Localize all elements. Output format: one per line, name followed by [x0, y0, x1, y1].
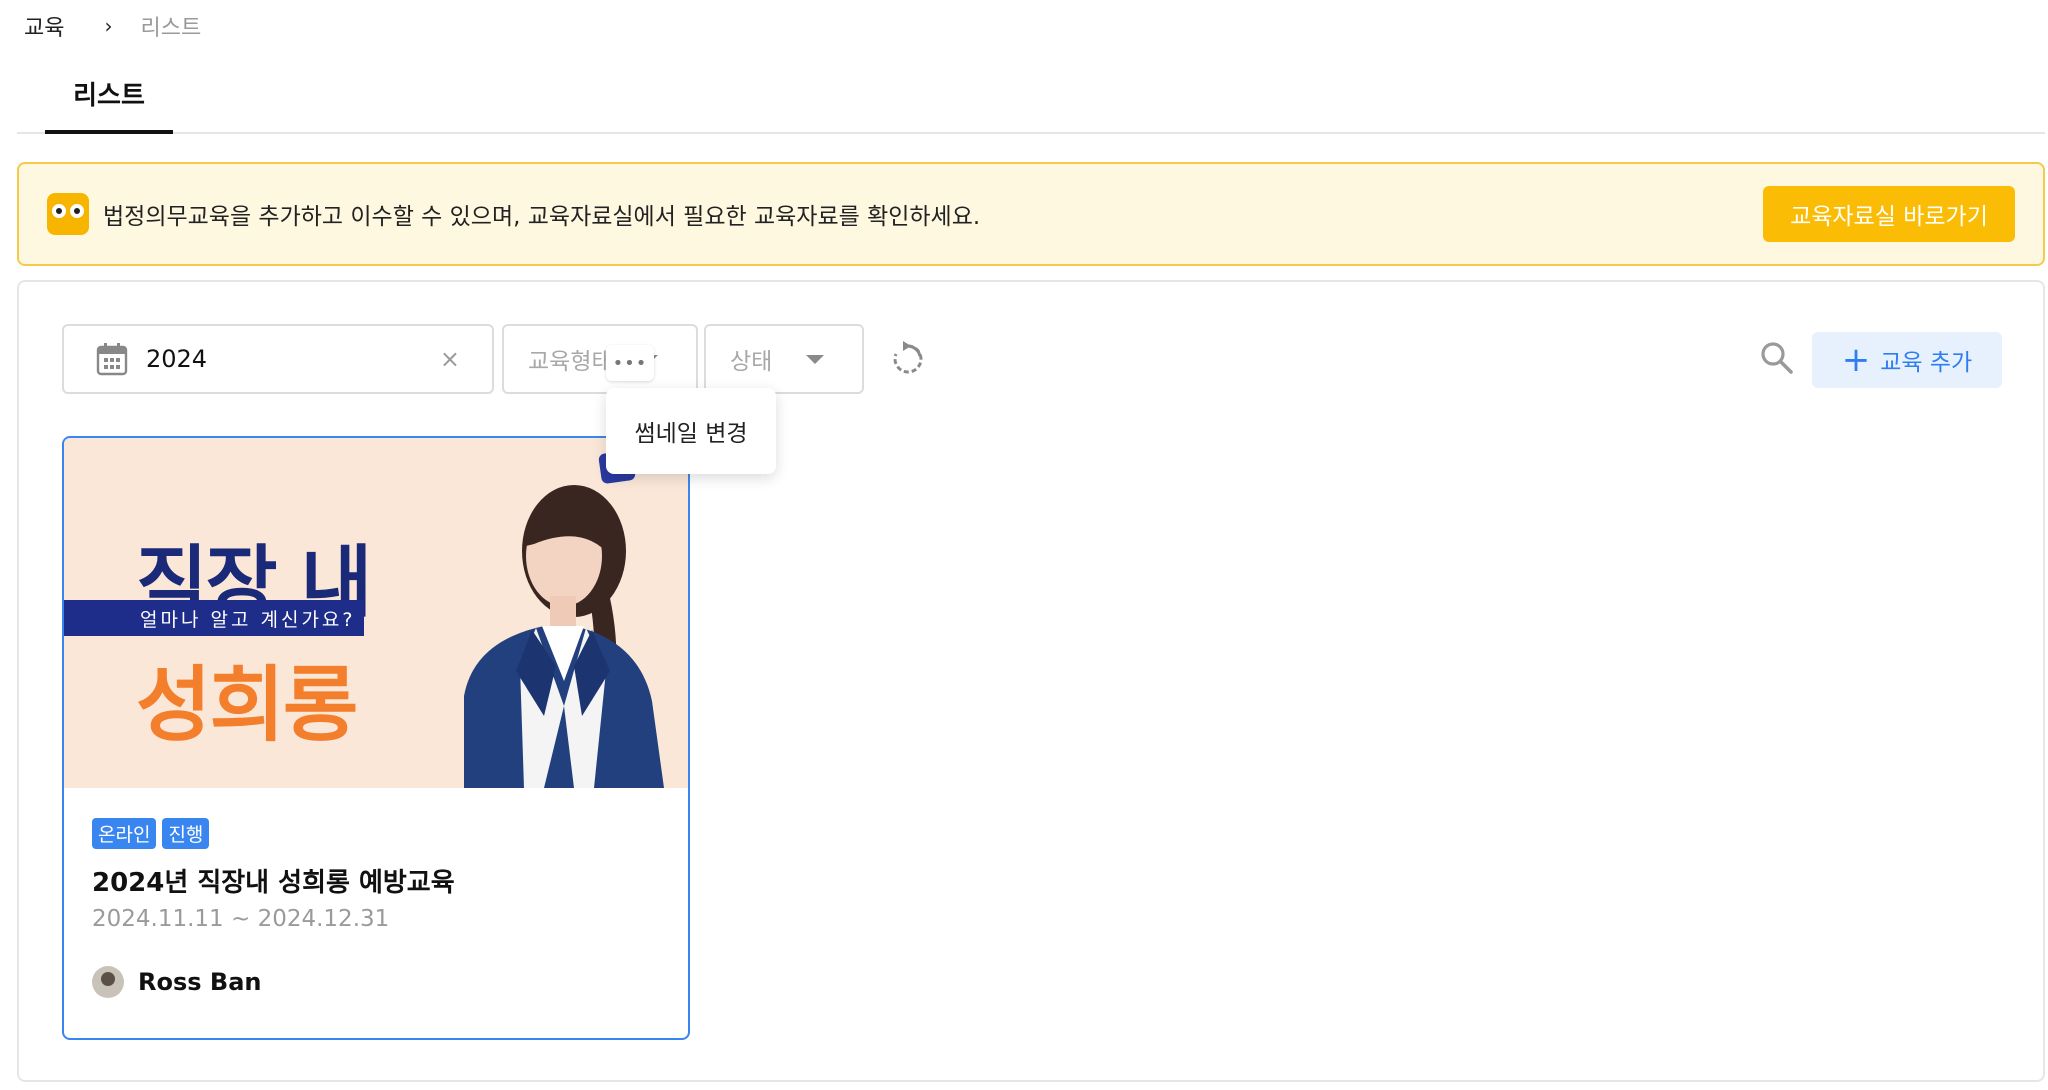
card-thumbnail: 직장 내 얼마나 알고 계신가요? 성희롱 [64, 438, 688, 788]
card-tags: 온라인 진행 [92, 818, 210, 849]
thumbnail-band: 얼마나 알고 계신가요? [64, 600, 364, 636]
year-filter[interactable]: 2024 × [62, 324, 494, 394]
tag-online: 온라인 [92, 818, 157, 849]
breadcrumb-root[interactable]: 교육 [24, 10, 64, 42]
more-options-icon[interactable]: ••• [606, 345, 654, 381]
add-education-button[interactable]: + 교육 추가 [1812, 332, 2002, 388]
notice-text: 법정의무교육을 추가하고 이수할 수 있으며, 교육자료실에서 필요한 교육자료… [103, 204, 981, 230]
content-panel: 2024 × 교육형태 상태 + 교육 추가 직장 내 얼마나 알고 계신가요?… [17, 280, 2045, 1082]
change-thumbnail-menu-item[interactable]: 썸네일 변경 [634, 414, 747, 448]
tab-bar: 리스트 [17, 56, 2045, 134]
card-owner: Ross Ban [92, 966, 261, 998]
go-to-library-button[interactable]: 교육자료실 바로가기 [1763, 186, 2015, 242]
add-education-label: 교육 추가 [1880, 350, 1973, 376]
avatar [92, 966, 124, 998]
card-body: 온라인 진행 2024년 직장내 성희롱 예방교육 2024.11.11 ~ 2… [64, 788, 688, 1038]
breadcrumb-current: 리스트 [140, 16, 202, 41]
education-card[interactable]: 직장 내 얼마나 알고 계신가요? 성희롱 온라인 진행 2024년 직장내 성… [62, 436, 690, 1040]
reset-icon[interactable] [889, 340, 927, 378]
caret-down-icon [806, 354, 824, 364]
owl-icon [47, 193, 89, 235]
plus-icon: + [1841, 340, 1871, 380]
year-value: 2024 [146, 345, 208, 373]
status-placeholder: 상태 [730, 349, 773, 375]
card-period: 2024.11.11 ~ 2024.12.31 [92, 906, 390, 932]
presenter-image [464, 485, 664, 788]
education-type-select[interactable]: 교육형태 [502, 324, 698, 394]
search-icon[interactable] [1759, 340, 1795, 376]
owner-name: Ross Ban [138, 968, 262, 996]
calendar-icon [96, 343, 128, 376]
notice-banner: 법정의무교육을 추가하고 이수할 수 있으며, 교육자료실에서 필요한 교육자료… [17, 162, 2045, 266]
chevron-right-icon: › [104, 14, 113, 38]
status-select[interactable]: 상태 [704, 324, 864, 394]
breadcrumb: 교육 › 리스트 [24, 8, 201, 44]
thumbnail-line2: 성희롱 [136, 658, 358, 753]
tab-list[interactable]: 리스트 [45, 56, 173, 134]
tag-in-progress: 진행 [162, 818, 210, 849]
card-context-menu: 썸네일 변경 [606, 388, 776, 474]
card-title: 2024년 직장내 성희롱 예방교육 [92, 868, 455, 898]
clear-icon[interactable]: × [440, 345, 460, 373]
